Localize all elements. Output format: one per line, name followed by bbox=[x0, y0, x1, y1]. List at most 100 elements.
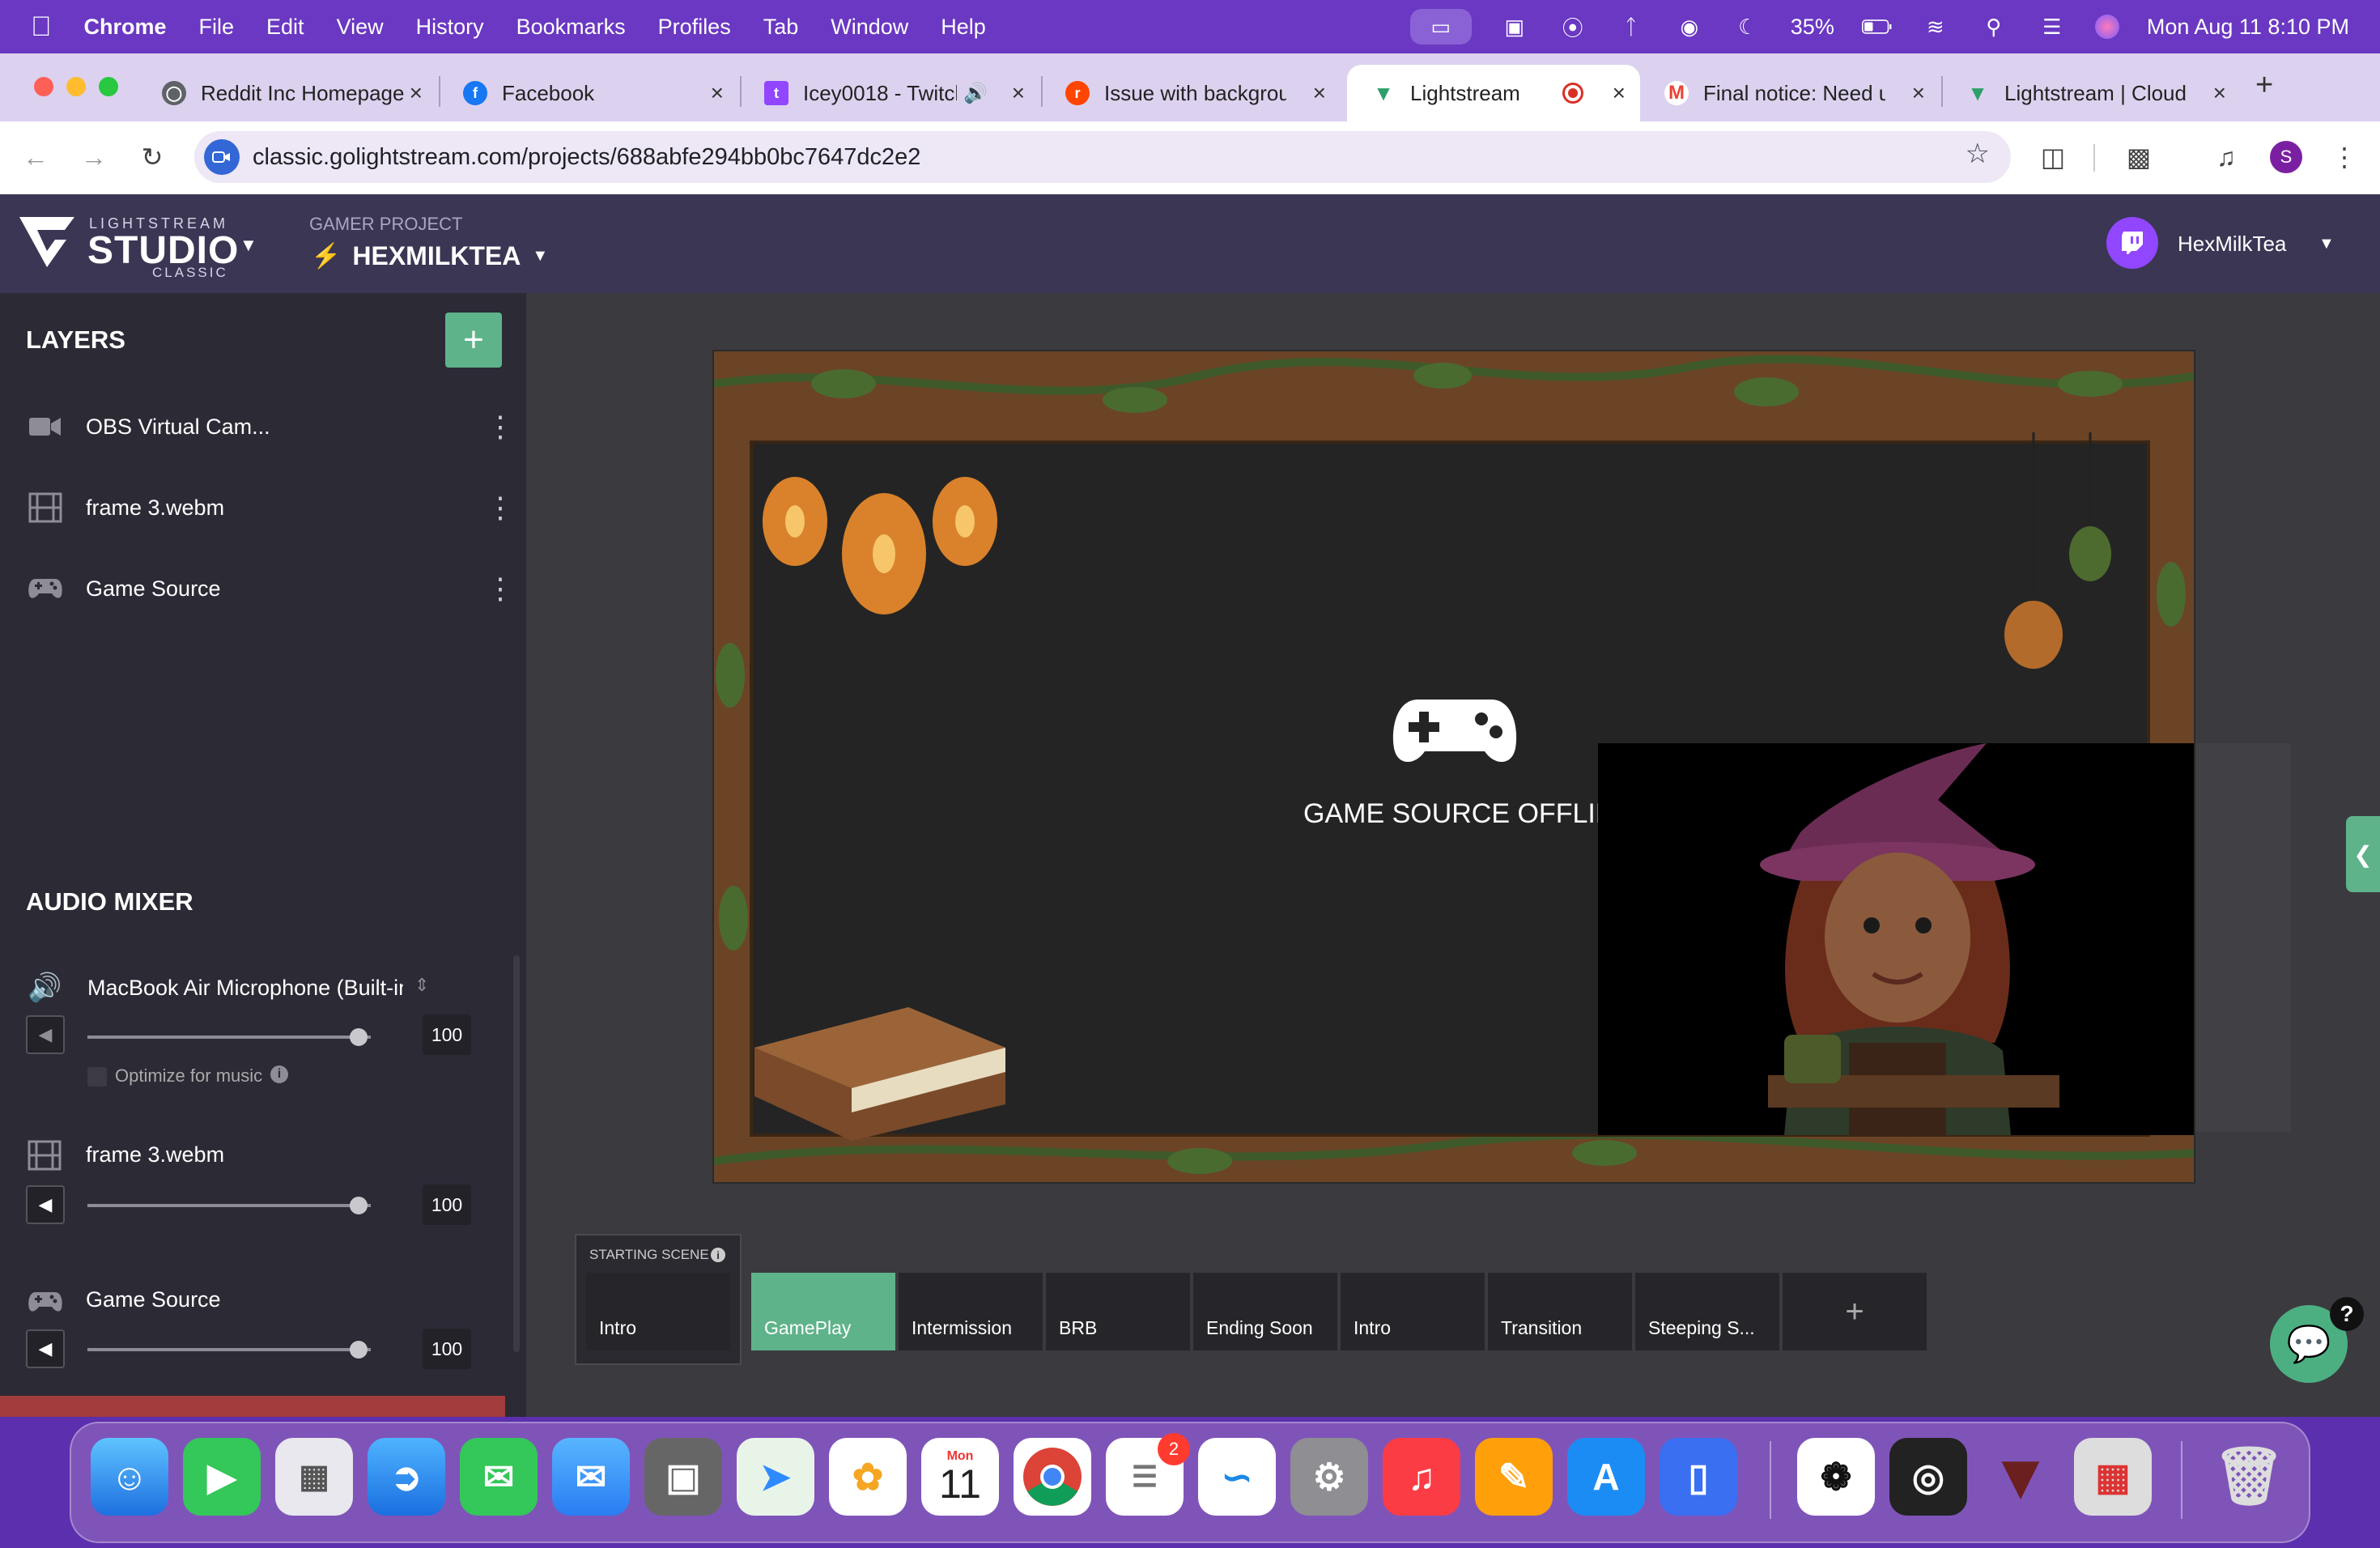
apple-icon[interactable]:  bbox=[31, 11, 52, 43]
media-controls-icon[interactable]: ♫ bbox=[2210, 141, 2242, 173]
launchpad-icon[interactable]: ▦ bbox=[275, 1438, 353, 1516]
scene-brb[interactable]: BRB bbox=[1046, 1273, 1190, 1350]
app-store-icon[interactable]: A bbox=[1567, 1438, 1645, 1516]
maps-icon[interactable]: ➤ bbox=[737, 1438, 814, 1516]
right-panel-toggle-button[interactable]: ❮ bbox=[2346, 816, 2380, 892]
bluetooth-icon[interactable]: ᛏ bbox=[1616, 15, 1647, 39]
tab-close-icon[interactable]: × bbox=[1012, 80, 1025, 106]
optimize-music-checkbox[interactable] bbox=[87, 1067, 107, 1087]
menubar-clock[interactable]: Mon Aug 11 8:10 PM bbox=[2147, 15, 2349, 40]
volume-slider[interactable] bbox=[87, 1339, 403, 1360]
focus-moon-icon[interactable]: ☾ bbox=[1732, 15, 1763, 39]
music-icon[interactable]: ♫ bbox=[1383, 1438, 1460, 1516]
menu-profiles[interactable]: Profiles bbox=[658, 15, 731, 40]
chatgpt-icon[interactable]: ❁ bbox=[1797, 1438, 1875, 1516]
finder-icon[interactable]: ☺ bbox=[91, 1438, 168, 1516]
help-question-icon[interactable]: ? bbox=[2330, 1297, 2364, 1331]
user-switch-icon[interactable]: ◉ bbox=[1674, 15, 1705, 39]
window-minimize-button[interactable] bbox=[66, 77, 86, 96]
mute-button[interactable]: ◀ bbox=[26, 1015, 65, 1054]
spotlight-search-icon[interactable]: ⚲ bbox=[1978, 15, 2009, 39]
battery-icon[interactable] bbox=[1861, 15, 1893, 39]
messages-icon[interactable]: ✉ bbox=[460, 1438, 538, 1516]
bookmark-star-icon[interactable]: ☆ bbox=[1966, 138, 1990, 170]
user-menu-chevron-icon[interactable]: ▼ bbox=[2318, 235, 2335, 253]
extensions-puzzle-icon[interactable]: ◫ bbox=[2037, 141, 2069, 173]
obs-icon[interactable]: ◎ bbox=[1889, 1438, 1967, 1516]
scene-transition[interactable]: Transition bbox=[1488, 1273, 1632, 1350]
display-icon[interactable]: ▣ bbox=[1499, 15, 1530, 39]
mute-button[interactable]: ◀ bbox=[26, 1329, 65, 1368]
logo-dropdown-icon[interactable]: ▼ bbox=[240, 235, 257, 256]
safari-icon[interactable]: ➲ bbox=[368, 1438, 445, 1516]
url-text[interactable]: classic.golightstream.com/projects/688ab… bbox=[253, 144, 920, 171]
layer-more-icon[interactable]: ⋮ bbox=[486, 493, 515, 522]
panel-bottom-bar[interactable] bbox=[0, 1396, 505, 1417]
layer-item[interactable]: OBS Virtual Cam... ⋮ bbox=[0, 390, 526, 463]
menu-view[interactable]: View bbox=[337, 15, 384, 40]
window-close-button[interactable] bbox=[34, 77, 53, 96]
menu-history[interactable]: History bbox=[416, 15, 484, 40]
facetime-icon[interactable]: ▶ bbox=[183, 1438, 261, 1516]
slider-knob[interactable] bbox=[350, 1197, 368, 1214]
camera-in-use-icon[interactable] bbox=[204, 139, 240, 175]
chrome-icon[interactable] bbox=[1014, 1438, 1091, 1516]
freeform-icon[interactable]: ∽ bbox=[1198, 1438, 1276, 1516]
twitch-avatar-icon[interactable] bbox=[2106, 217, 2158, 269]
forward-arrow-icon[interactable]: → bbox=[78, 141, 110, 173]
trash-icon[interactable]: 🗑 bbox=[2210, 1438, 2288, 1516]
control-center-icon[interactable]: ☰ bbox=[2037, 15, 2068, 39]
volume-slider[interactable] bbox=[87, 1195, 403, 1216]
airdrop-icon[interactable]: ⦿ bbox=[1558, 15, 1588, 40]
menu-app-name[interactable]: Chrome bbox=[84, 15, 167, 40]
info-icon[interactable]: i bbox=[270, 1065, 288, 1083]
webcam-avatar-layer[interactable] bbox=[1598, 743, 2194, 1135]
back-arrow-icon[interactable]: ← bbox=[19, 141, 52, 173]
layer-tools-strip[interactable] bbox=[2195, 743, 2291, 1132]
tab-close-icon[interactable]: × bbox=[410, 80, 423, 106]
menu-file[interactable]: File bbox=[199, 15, 235, 40]
menu-help[interactable]: Help bbox=[941, 15, 986, 40]
scene-gameplay[interactable]: GamePlay bbox=[751, 1273, 895, 1350]
volume-slider[interactable] bbox=[87, 1027, 403, 1048]
info-icon[interactable]: i bbox=[711, 1248, 725, 1262]
reload-icon[interactable]: ↻ bbox=[136, 141, 168, 173]
calendar-icon[interactable]: Mon 11 bbox=[921, 1438, 999, 1516]
tab-close-icon[interactable]: × bbox=[711, 80, 724, 106]
scene-ending-soon[interactable]: Ending Soon bbox=[1193, 1273, 1337, 1350]
iphone-mirroring-icon[interactable]: ▯ bbox=[1660, 1438, 1737, 1516]
lightstream-logo-icon[interactable] bbox=[18, 214, 76, 269]
window-zoom-button[interactable] bbox=[99, 77, 118, 96]
tab-lightstream-cloud[interactable]: ▼ Lightstream | Cloud × bbox=[1941, 65, 2241, 121]
audio-playing-icon[interactable]: 🔊 bbox=[963, 82, 988, 105]
pages-icon[interactable]: ✎ bbox=[1475, 1438, 1553, 1516]
mute-button[interactable]: ◀ bbox=[26, 1185, 65, 1224]
audio-device-select[interactable]: MacBook Air Microphone (Built-in bbox=[87, 976, 403, 1001]
tab-reddit-issue[interactable]: r Issue with background × bbox=[1041, 65, 1341, 121]
tab-search-icon[interactable]: ▩ bbox=[2123, 141, 2155, 173]
menu-bookmarks[interactable]: Bookmarks bbox=[516, 15, 626, 40]
layer-item[interactable]: frame 3.webm ⋮ bbox=[0, 471, 526, 544]
volume-value[interactable]: 100 bbox=[423, 1014, 471, 1055]
office-icon[interactable]: ▦ bbox=[2074, 1438, 2152, 1516]
siri-icon[interactable] bbox=[2094, 15, 2119, 39]
volume-value[interactable]: 100 bbox=[423, 1329, 471, 1369]
scene-intro[interactable]: Intro bbox=[1341, 1273, 1485, 1350]
audio-scrollbar[interactable] bbox=[513, 955, 520, 1352]
tab-close-icon[interactable]: × bbox=[1912, 80, 1925, 106]
system-settings-icon[interactable]: ⚙ bbox=[1290, 1438, 1368, 1516]
tab-gmail[interactable]: M Final notice: Need up × bbox=[1640, 65, 1940, 121]
address-bar[interactable]: classic.golightstream.com/projects/688ab… bbox=[194, 131, 2011, 183]
tab-reddit-inc[interactable]: ◯ Reddit Inc Homepage × bbox=[138, 65, 437, 121]
project-selector[interactable]: ⚡ HEXMILKTEA ▼ bbox=[311, 241, 548, 271]
menu-window[interactable]: Window bbox=[831, 15, 908, 40]
user-name[interactable]: HexMilkTea bbox=[2178, 232, 2286, 257]
slider-knob[interactable] bbox=[350, 1341, 368, 1359]
vampire-app-icon[interactable]: ▼ bbox=[1982, 1438, 2059, 1516]
add-scene-button[interactable]: + bbox=[1783, 1273, 1927, 1350]
tab-close-icon[interactable]: × bbox=[1313, 80, 1326, 106]
tab-twitch[interactable]: t Icey0018 - Twitch 🔊 × bbox=[740, 65, 1039, 121]
tab-close-icon[interactable]: × bbox=[2213, 80, 2226, 106]
image-capture-icon[interactable]: ▣ bbox=[644, 1438, 722, 1516]
layer-more-icon[interactable]: ⋮ bbox=[486, 412, 515, 441]
